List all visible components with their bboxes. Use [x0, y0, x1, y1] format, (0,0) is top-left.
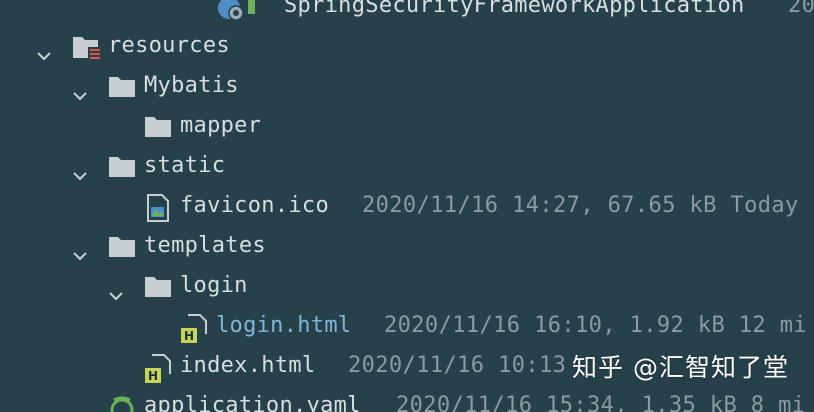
html-file-icon: H — [144, 354, 172, 383]
chevron-down-icon[interactable] — [36, 38, 52, 61]
folder-icon — [108, 234, 136, 260]
tree-item-meta: 2020/11/16 16:10, 1.92 kB 12 mi — [384, 313, 807, 338]
tree-row-spring-application[interactable]: SpringSecurityFrameworkApplication 20 — [0, 0, 814, 26]
tree-item-label: resources — [108, 33, 230, 58]
yaml-file-icon — [108, 394, 136, 412]
tree-row-login-html[interactable]: H login.html 2020/11/16 16:10, 1.92 kB 1… — [0, 306, 814, 346]
folder-icon — [144, 274, 172, 300]
tree-item-label: login — [180, 273, 248, 298]
tree-item-label: templates — [144, 233, 266, 258]
tree-row-mybatis[interactable]: Mybatis — [0, 66, 814, 106]
tree-row-login-folder[interactable]: login — [0, 266, 814, 306]
tree-row-resources[interactable]: resources — [0, 26, 814, 66]
tree-row-mapper[interactable]: mapper — [0, 106, 814, 146]
svg-text:H: H — [184, 329, 194, 343]
tree-item-meta: 20 — [788, 0, 814, 18]
tree-item-meta: 2020/11/16 14:27, 67.65 kB Today — [362, 193, 799, 218]
tree-row-favicon[interactable]: favicon.ico 2020/11/16 14:27, 67.65 kB T… — [0, 186, 814, 226]
spring-class-icon — [216, 0, 256, 21]
image-file-icon — [146, 194, 170, 222]
chevron-down-icon[interactable] — [108, 278, 124, 301]
tree-item-label: favicon.ico — [180, 193, 329, 218]
tree-item-label: application.yaml — [144, 393, 361, 412]
folder-icon — [144, 114, 172, 140]
tree-row-templates[interactable]: templates — [0, 226, 814, 266]
tree-item-label: static — [144, 153, 226, 178]
tree-item-label: Mybatis — [144, 73, 239, 98]
tree-row-static[interactable]: static — [0, 146, 814, 186]
chevron-down-icon[interactable] — [72, 238, 88, 261]
tree-item-meta: 2020/11/16 10:13 — [348, 353, 567, 378]
html-file-icon: H — [180, 314, 208, 343]
tree-item-label: SpringSecurityFrameworkApplication — [284, 0, 745, 18]
resources-folder-icon — [72, 34, 106, 60]
project-tree: SpringSecurityFrameworkApplication 20 re… — [0, 0, 814, 412]
tree-item-label: mapper — [180, 113, 262, 138]
watermark-text: 知乎 @汇智知了堂 — [572, 353, 789, 382]
tree-item-label: login.html — [216, 313, 352, 338]
chevron-down-icon[interactable] — [72, 158, 88, 181]
folder-icon — [108, 154, 136, 180]
chevron-down-icon[interactable] — [72, 78, 88, 101]
folder-icon — [108, 74, 136, 100]
tree-item-meta: 2020/11/16 15:34, 1.35 kB 8 mi — [396, 393, 806, 412]
svg-text:H: H — [148, 369, 158, 383]
tree-item-label: index.html — [180, 353, 316, 378]
tree-row-application-yaml[interactable]: application.yaml 2020/11/16 15:34, 1.35 … — [0, 386, 814, 412]
